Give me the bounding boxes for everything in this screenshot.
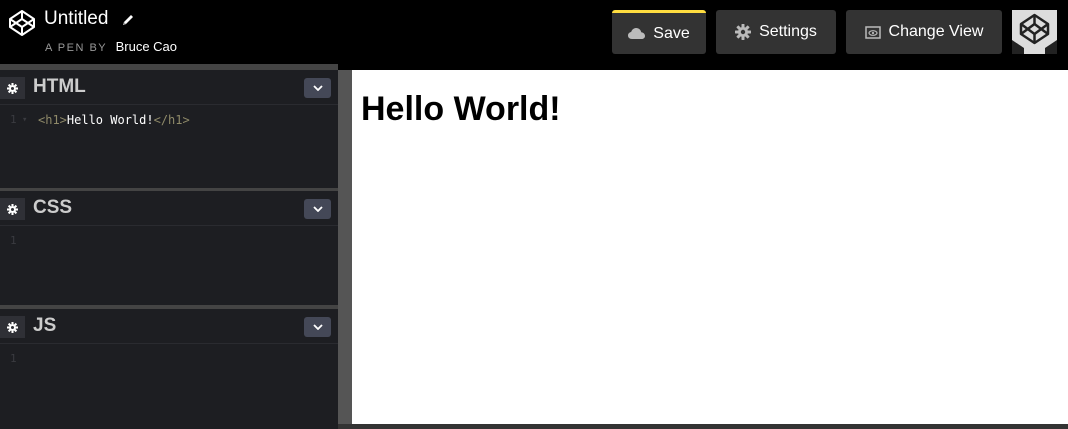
- gear-icon: [735, 24, 752, 40]
- css-panel-header: CSS: [0, 191, 338, 226]
- css-settings-gear[interactable]: [0, 198, 25, 220]
- html-collapse-button[interactable]: [304, 78, 331, 98]
- line-number: 1: [10, 352, 17, 365]
- codepen-logo-icon: [1012, 10, 1057, 54]
- code-text: Hello World!: [66, 113, 154, 127]
- resize-handle[interactable]: [338, 70, 352, 429]
- eye-icon: [864, 25, 881, 39]
- line-number: 1: [10, 234, 17, 247]
- preview-frame: Hello World!: [352, 70, 1068, 424]
- css-collapse-button[interactable]: [304, 199, 331, 219]
- bottom-bar: [338, 424, 1068, 429]
- pen-title[interactable]: Untitled: [44, 7, 108, 31]
- html-editor-panel: HTML 1 ▾ <h1>Hello World!</h1>: [0, 70, 338, 188]
- js-panel-header: JS: [0, 309, 338, 344]
- gear-icon: [7, 321, 18, 333]
- pen-byline: A PEN BY Bruce Cao: [45, 38, 177, 56]
- cloud-icon: [628, 28, 646, 39]
- header-bar: Untitled A PEN BY Bruce Cao Save Setting…: [0, 0, 1068, 64]
- pencil-icon[interactable]: [121, 13, 135, 27]
- pen-title-area: Untitled: [44, 7, 135, 31]
- js-settings-gear[interactable]: [0, 316, 25, 338]
- css-editor-panel: CSS 1: [0, 191, 338, 305]
- code-open-tag: <h1>: [38, 113, 67, 127]
- settings-button[interactable]: Settings: [716, 10, 836, 54]
- js-editor-panel: JS 1: [0, 309, 338, 429]
- preview-heading: Hello World!: [361, 90, 561, 128]
- html-panel-header: HTML: [0, 70, 338, 105]
- save-button[interactable]: Save: [612, 10, 706, 54]
- fold-arrow-icon[interactable]: ▾: [22, 112, 27, 128]
- chevron-down-icon: [312, 324, 323, 330]
- codepen-logo-icon[interactable]: [8, 9, 36, 37]
- save-label: Save: [653, 24, 690, 42]
- author-link[interactable]: Bruce Cao: [116, 39, 177, 54]
- editor-column: HTML 1 ▾ <h1>Hello World!</h1> CSS 1 JS …: [0, 64, 338, 429]
- chevron-down-icon: [312, 206, 323, 212]
- user-avatar[interactable]: [1012, 10, 1057, 54]
- js-collapse-button[interactable]: [304, 317, 331, 337]
- gear-icon: [7, 203, 18, 215]
- change-view-button[interactable]: Change View: [846, 10, 1002, 54]
- line-number: 1: [10, 113, 17, 126]
- js-panel-title: JS: [33, 315, 57, 336]
- gear-icon: [7, 82, 18, 94]
- pen-by-label: A PEN BY: [45, 42, 108, 54]
- change-view-label: Change View: [888, 23, 984, 40]
- html-settings-gear[interactable]: [0, 77, 25, 99]
- chevron-down-icon: [312, 85, 323, 91]
- css-panel-title: CSS: [33, 197, 73, 218]
- settings-label: Settings: [759, 23, 817, 40]
- code-close-tag: </h1>: [153, 113, 190, 127]
- code-line: <h1>Hello World!</h1>: [38, 112, 190, 128]
- html-panel-title: HTML: [33, 76, 86, 97]
